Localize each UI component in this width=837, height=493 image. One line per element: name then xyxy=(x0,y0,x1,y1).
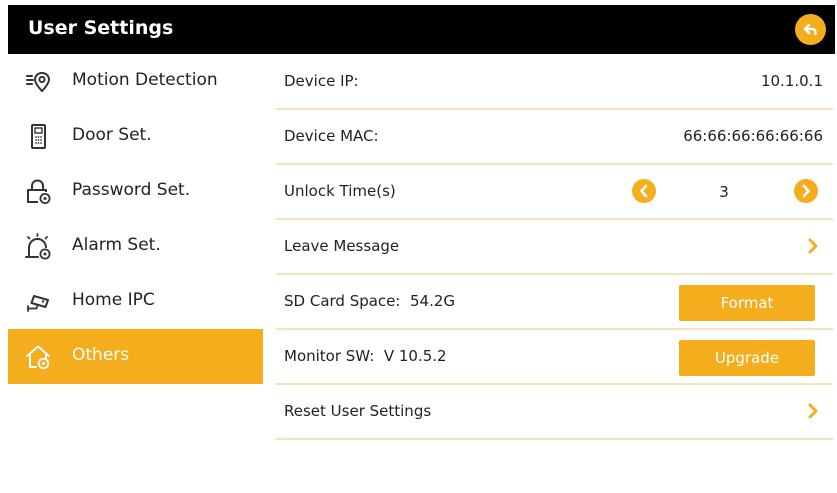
monitor-sw-row: Monitor SW: V 10.5.2 Upgrade xyxy=(276,329,833,385)
alarm-icon xyxy=(25,233,51,260)
sd-card-space-label: SD Card Space: 54.2G xyxy=(284,292,456,310)
back-arrow-icon xyxy=(803,23,817,36)
chevron-right-icon xyxy=(808,238,818,254)
door-icon xyxy=(31,124,46,149)
chevron-right-icon xyxy=(808,403,818,419)
sidebar-item-others[interactable]: Others xyxy=(8,329,263,384)
header-bar: User Settings xyxy=(8,5,835,54)
unlock-time-value: 3 xyxy=(719,183,729,201)
reset-user-settings-label: Reset User Settings xyxy=(284,402,432,420)
back-button[interactable] xyxy=(795,14,826,45)
sidebar-item-password-set[interactable]: Password Set. xyxy=(8,164,263,219)
format-button[interactable]: Format xyxy=(679,285,815,321)
device-ip-value: 10.1.0.1 xyxy=(760,72,823,90)
unlock-time-decrease-button[interactable] xyxy=(632,179,656,203)
leave-message-label: Leave Message xyxy=(284,237,400,255)
page-title: User Settings xyxy=(28,17,174,39)
sidebar-item-label: Alarm Set. xyxy=(72,235,161,255)
password-lock-icon xyxy=(27,179,51,204)
sidebar-item-door-set[interactable]: Door Set. xyxy=(8,109,263,164)
motion-detection-icon xyxy=(26,71,51,93)
reset-user-settings-row[interactable]: Reset User Settings xyxy=(276,384,833,440)
chevron-left-icon xyxy=(640,184,648,198)
upgrade-button[interactable]: Upgrade xyxy=(679,340,815,376)
sidebar-item-label: Password Set. xyxy=(72,180,191,200)
camera-icon xyxy=(27,295,49,312)
sidebar: Motion Detection Door Set. Password Set. xyxy=(8,54,263,493)
chevron-right-icon xyxy=(802,184,810,198)
sidebar-item-label: Door Set. xyxy=(72,125,152,145)
sidebar-item-alarm-set[interactable]: Alarm Set. xyxy=(8,219,263,274)
device-mac-row: Device MAC: 66:66:66:66:66:66 xyxy=(276,109,833,165)
sidebar-item-label: Home IPC xyxy=(72,290,155,310)
sidebar-item-motion-detection[interactable]: Motion Detection xyxy=(8,54,263,109)
sidebar-item-home-ipc[interactable]: Home IPC xyxy=(8,274,263,329)
unlock-time-row: Unlock Time(s) 3 xyxy=(276,164,833,220)
leave-message-row[interactable]: Leave Message xyxy=(276,219,833,275)
device-mac-label: Device MAC: xyxy=(284,127,379,145)
sidebar-item-label: Others xyxy=(72,345,130,365)
home-gear-icon xyxy=(26,345,50,370)
device-ip-row: Device IP: 10.1.0.1 xyxy=(276,54,833,110)
settings-screen: User Settings Motion Detection Door Set.… xyxy=(0,0,837,493)
monitor-sw-label: Monitor SW: V 10.5.2 xyxy=(284,347,447,365)
settings-panel: Device IP: 10.1.0.1 Device MAC: 66:66:66… xyxy=(276,54,833,493)
sidebar-item-label: Motion Detection xyxy=(72,70,218,90)
device-ip-label: Device IP: xyxy=(284,72,359,90)
sd-card-row: SD Card Space: 54.2G Format xyxy=(276,274,833,330)
device-mac-value: 66:66:66:66:66:66 xyxy=(683,127,823,145)
unlock-time-label: Unlock Time(s) xyxy=(284,182,396,200)
unlock-time-increase-button[interactable] xyxy=(794,179,818,203)
